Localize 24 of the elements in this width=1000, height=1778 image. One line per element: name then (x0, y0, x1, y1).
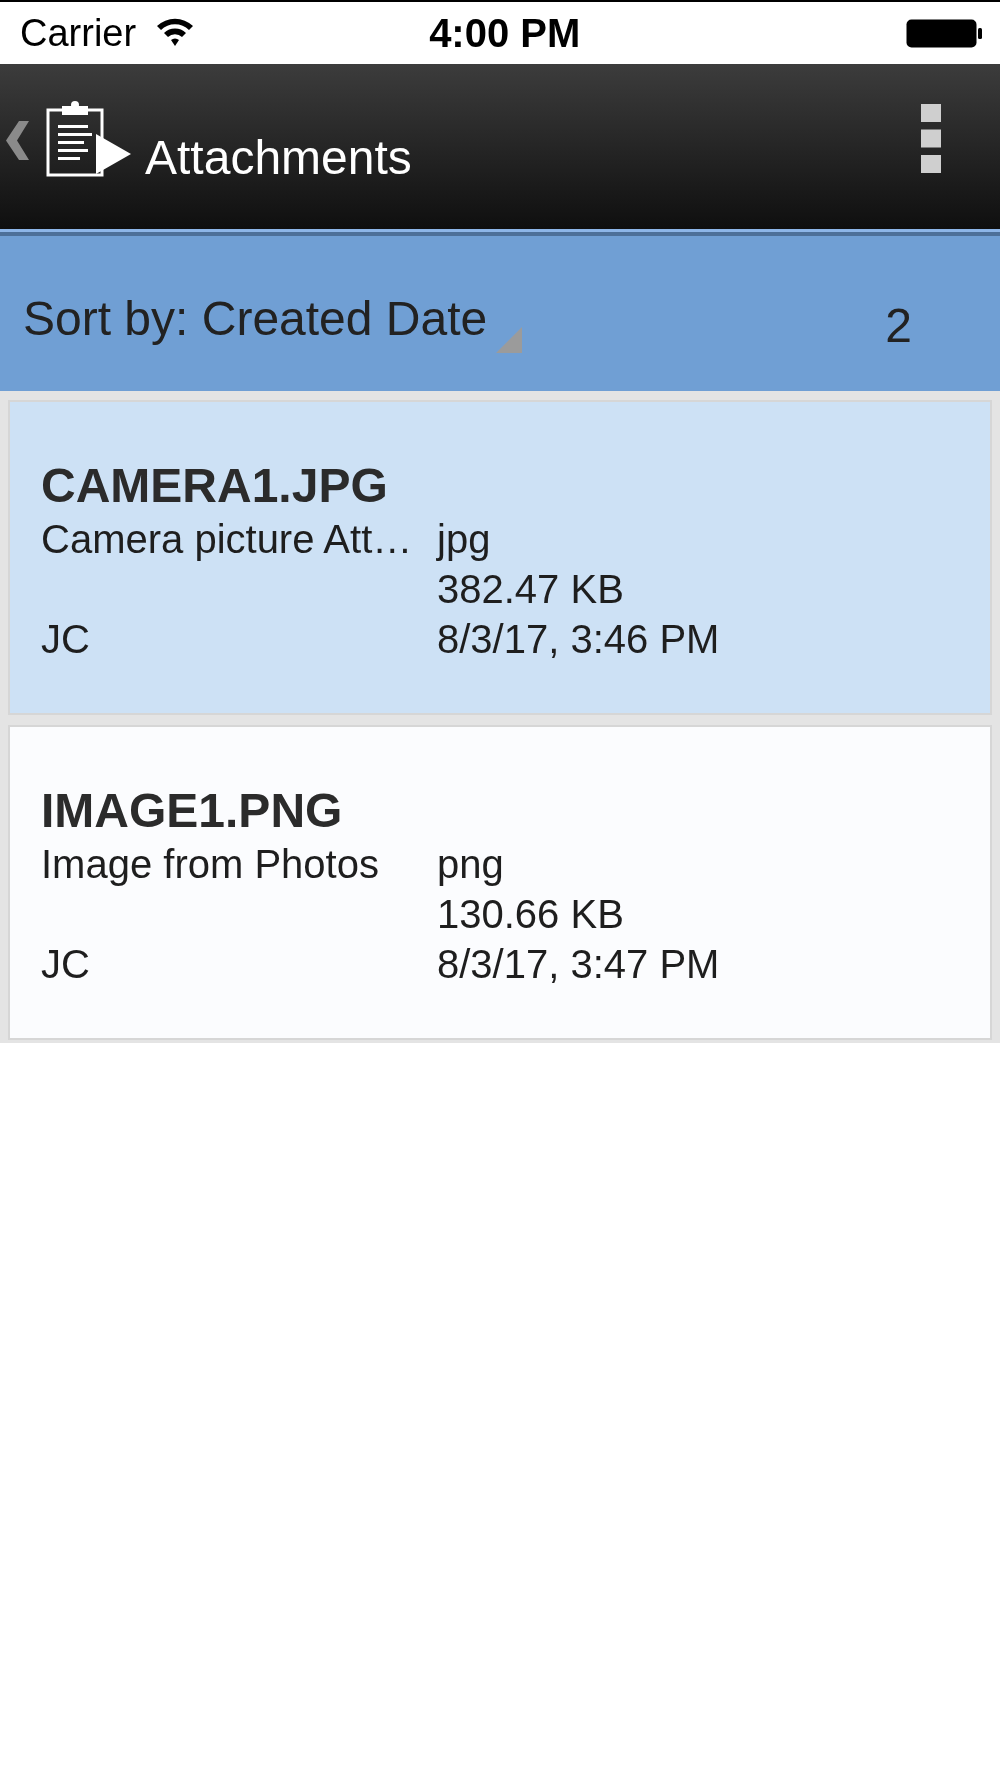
file-type: png (437, 841, 504, 888)
created-date: 8/3/17, 3:46 PM (437, 616, 720, 663)
author-initials: JC (41, 616, 90, 663)
battery-icon (906, 18, 982, 48)
description-text: Image from Photos (41, 841, 379, 888)
sort-dropdown[interactable]: Sort by: Created Date (23, 295, 523, 353)
attachment-card[interactable]: IMAGE1.PNG Image from Photos png 130.66 KB JC 8/3/17, 3:47 PM (8, 725, 992, 1040)
description-text: Camera picture Att… (41, 516, 413, 563)
clipboard-play-icon (46, 101, 131, 177)
file-name: CAMERA1.JPG (41, 458, 388, 514)
file-size: 382.47 KB (437, 566, 624, 613)
back-chevron-icon[interactable] (6, 121, 29, 160)
item-count: 2 (885, 302, 912, 350)
file-size: 130.66 KB (437, 891, 624, 938)
dropdown-corner-icon (496, 327, 523, 353)
carrier-name: Carrier (20, 11, 137, 55)
author-initials: JC (41, 941, 90, 988)
file-type: jpg (437, 516, 491, 563)
clock-time: 4:00 PM (429, 11, 581, 55)
more-menu-icon[interactable] (921, 104, 941, 173)
attachment-card[interactable]: CAMERA1.JPG Camera picture Att… jpg 382.47 KB JC 8/3/17, 3:46 PM (8, 400, 992, 715)
file-name: IMAGE1.PNG (41, 783, 343, 839)
screen-title: Attachments (145, 134, 412, 182)
created-date: 8/3/17, 3:47 PM (437, 941, 720, 988)
